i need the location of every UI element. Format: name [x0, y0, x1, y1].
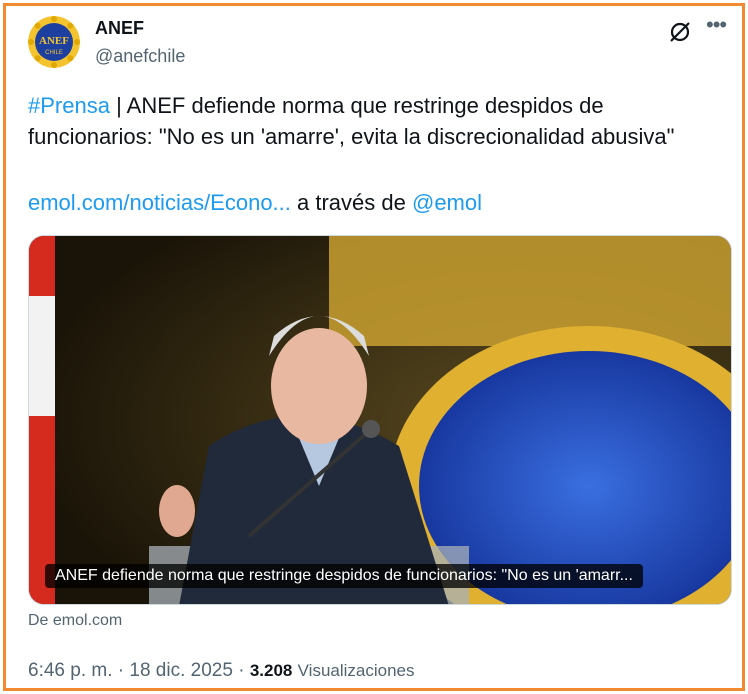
meta-separator: ·: [232, 660, 250, 681]
tweet-text: #Prensa | ANEF defiende norma que restri…: [28, 90, 718, 152]
anef-logo-icon: ANEF CHILE: [28, 16, 80, 68]
card-caption: ANEF defiende norma que restringe despid…: [45, 564, 643, 588]
svg-text:ANEF: ANEF: [39, 35, 69, 47]
grok-slash-icon[interactable]: [668, 20, 692, 44]
link-line: emol.com/noticias/Econo... a través de @…: [28, 187, 482, 218]
tweet-date[interactable]: 18 dic. 2025: [129, 660, 233, 681]
article-link[interactable]: emol.com/noticias/Econo...: [28, 190, 291, 215]
mention-link[interactable]: @emol: [412, 190, 482, 215]
views-label: Visualizaciones: [297, 661, 415, 680]
tweet-frame: ANEF CHILE ANEF @anefchile ••• #Prensa |…: [3, 3, 745, 691]
avatar[interactable]: ANEF CHILE: [28, 16, 80, 68]
link-card[interactable]: ANEF defiende norma que restringe despid…: [28, 235, 732, 605]
card-image: [29, 236, 731, 604]
meta-separator: ·: [112, 660, 130, 681]
svg-text:CHILE: CHILE: [45, 50, 63, 56]
account-handle[interactable]: @anefchile: [95, 46, 185, 67]
tweet-meta: 6:46 p. m. · 18 dic. 2025 · 3.208 Visual…: [28, 660, 415, 682]
views-count: 3.208: [249, 661, 293, 680]
more-dots-icon[interactable]: •••: [706, 14, 732, 38]
account-name[interactable]: ANEF: [95, 18, 144, 39]
tweet-body: | ANEF defiende norma que restringe desp…: [28, 93, 675, 149]
via-text: a través de: [290, 190, 412, 215]
tweet-time[interactable]: 6:46 p. m.: [28, 660, 113, 681]
card-source[interactable]: De emol.com: [28, 612, 122, 630]
hashtag-link[interactable]: #Prensa: [28, 93, 110, 118]
